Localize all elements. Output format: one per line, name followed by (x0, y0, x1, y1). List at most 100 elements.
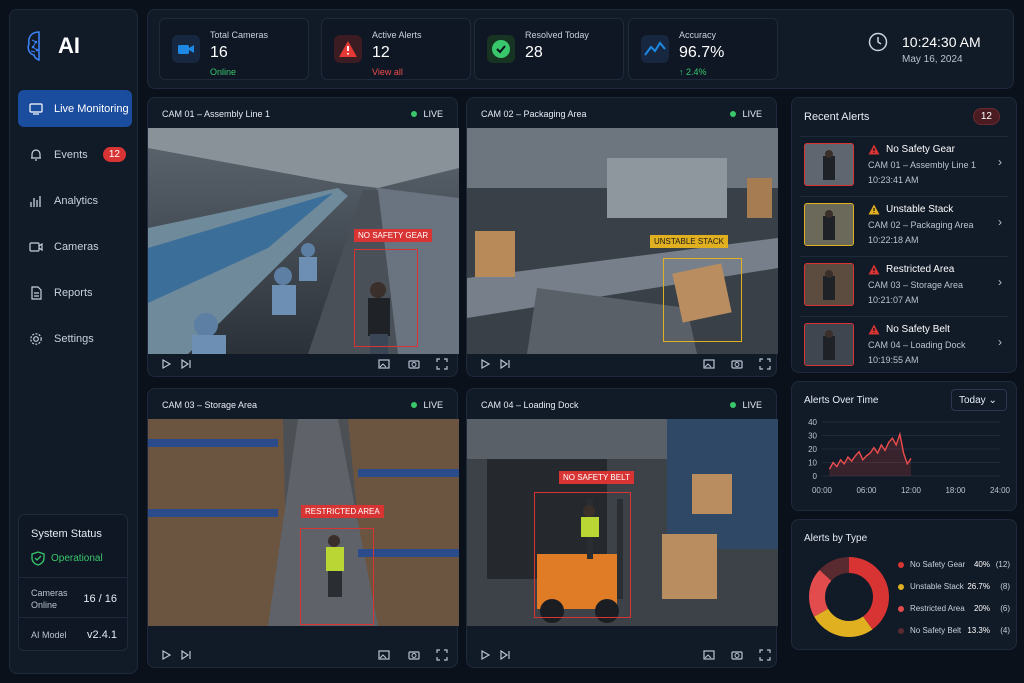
snapshot-icon[interactable] (408, 358, 420, 370)
x-tick-label: 00:00 (812, 486, 833, 495)
fullscreen-icon[interactable] (759, 649, 771, 661)
kpi-sub: Online (210, 67, 237, 77)
nav-item-settings[interactable]: Settings (18, 320, 132, 357)
logo-text: AI (58, 33, 80, 58)
chevron-right-icon[interactable]: › (998, 335, 1002, 349)
legend-swatch (898, 627, 904, 634)
view-all-alerts-link[interactable]: View all (372, 67, 403, 77)
image-icon[interactable] (378, 358, 390, 370)
events-badge: 12 (102, 147, 126, 162)
alert-time: 10:23:41 AM (868, 175, 919, 185)
check-circle-icon (487, 35, 515, 63)
cameras-online-value: 16 / 16 (83, 593, 117, 605)
gear-icon (28, 331, 44, 347)
skip-icon[interactable] (180, 649, 192, 661)
snapshot-icon[interactable] (408, 649, 420, 661)
kpi-label: Total Cameras (210, 30, 269, 40)
camera-tile-1[interactable]: CAM 01 – Assembly Line 1 LIVE NO SAFETY … (147, 97, 459, 377)
camera-icon (28, 239, 44, 255)
detection-box (300, 528, 374, 625)
skip-icon[interactable] (499, 358, 511, 370)
image-icon[interactable] (703, 358, 715, 370)
recent-alerts-count: 12 (972, 108, 1000, 125)
kpi-accuracy[interactable]: Accuracy 96.7% ↑ 2.4% (628, 18, 778, 80)
live-indicator: LIVE (411, 109, 443, 119)
recent-alerts-title: Recent Alerts (804, 111, 870, 123)
alert-time: 10:19:55 AM (868, 355, 919, 365)
y-tick-label: 10 (808, 459, 817, 468)
play-icon[interactable] (160, 649, 172, 661)
snapshot-icon[interactable] (731, 649, 743, 661)
alert-title: No Safety Gear (886, 144, 955, 155)
kpi-active-alerts[interactable]: Active Alerts 12 View all (321, 18, 471, 80)
shield-check-icon (31, 551, 45, 566)
detection-label: RESTRICTED AREA (301, 505, 384, 518)
camera-tile-3[interactable]: CAM 03 – Storage Area LIVE RESTRICTED AR… (147, 388, 459, 668)
play-icon[interactable] (479, 358, 491, 370)
nav-item-events[interactable]: Events 12 (18, 136, 132, 173)
legend-swatch (898, 583, 904, 590)
clock-date: May 16, 2024 (902, 54, 963, 65)
camera-feed[interactable]: NO SAFETY GEAR (148, 128, 459, 354)
fullscreen-icon[interactable] (759, 358, 771, 370)
chevron-right-icon[interactable]: › (998, 275, 1002, 289)
nav-item-reports[interactable]: Reports (18, 274, 132, 311)
legend-percent: 40% (973, 560, 990, 569)
y-tick-label: 0 (813, 472, 818, 481)
camera-feed[interactable]: UNSTABLE STACK (467, 128, 778, 354)
nav-item-analytics[interactable]: Analytics (18, 182, 132, 219)
camera-tile-2[interactable]: CAM 02 – Packaging Area LIVE UNSTABLE ST… (466, 97, 778, 377)
alert-item[interactable]: Restricted Area CAM 03 – Storage Area 10:2… (800, 256, 1008, 310)
kpi-bar: Total Cameras 16 Online Active Alerts 12… (147, 9, 1014, 89)
alerts-by-type-title: Alerts by Type (804, 533, 868, 544)
alert-item[interactable]: No Safety Gear CAM 01 – Assembly Line 1 10… (800, 136, 1008, 190)
app-logo: AI (26, 30, 80, 62)
skip-icon[interactable] (499, 649, 511, 661)
system-status-card: System Status Operational Cameras Online… (18, 514, 128, 651)
image-icon[interactable] (703, 649, 715, 661)
legend-percent: 26.7% (967, 582, 990, 591)
alert-item[interactable]: No Safety Belt CAM 04 – Loading Dock 10:19… (800, 316, 1008, 370)
alerts-by-type-panel: Alerts by Type No Safety Gear 40% (12) Unst… (791, 519, 1017, 650)
legend-label: Unstable Stack (910, 582, 964, 591)
kpi-sub: ↑ 2.4% (679, 67, 707, 77)
detection-box (354, 249, 418, 347)
chevron-right-icon[interactable]: › (998, 215, 1002, 229)
alert-thumbnail (804, 263, 854, 306)
skip-icon[interactable] (180, 358, 192, 370)
nav-label: Cameras (54, 240, 99, 253)
alerts-by-type-donut (809, 557, 889, 637)
kpi-resolved-today[interactable]: Resolved Today 28 (474, 18, 624, 80)
legend-label: No Safety Gear (910, 560, 966, 569)
system-status-title: System Status (31, 528, 102, 540)
y-tick-label: 20 (808, 445, 817, 454)
snapshot-icon[interactable] (731, 358, 743, 370)
alert-title: Unstable Stack (886, 204, 954, 215)
recent-alerts-panel: Recent Alerts 12 No Safety Gear CAM 01 – … (791, 97, 1017, 373)
camera-feed[interactable]: RESTRICTED AREA (148, 419, 459, 645)
legend-label: No Safety Belt (910, 626, 962, 635)
nav-label: Events (54, 148, 88, 161)
play-icon[interactable] (479, 649, 491, 661)
alert-item[interactable]: Unstable Stack CAM 02 – Packaging Area 10:… (800, 196, 1008, 250)
alert-title: No Safety Belt (886, 324, 950, 335)
nav-item-cameras[interactable]: Cameras (18, 228, 132, 265)
nav-label: Analytics (54, 194, 99, 207)
legend-percent: 20% (973, 604, 990, 613)
alert-time: 10:21:07 AM (868, 295, 919, 305)
nav-item-live-monitoring[interactable]: Live Monitoring (18, 90, 132, 127)
alert-camera: CAM 02 – Packaging Area (868, 220, 974, 230)
fullscreen-icon[interactable] (436, 358, 448, 370)
camera-tile-4[interactable]: CAM 04 – Loading Dock LIVE NO SAFETY BEL… (466, 388, 778, 668)
play-icon[interactable] (160, 358, 172, 370)
system-status-indicator: Operational (31, 551, 103, 566)
alerts-over-time-chart: 0 10 20 30 40 00:00 06:00 12:00 18:00 24:00 (808, 418, 1010, 495)
kpi-total-cameras[interactable]: Total Cameras 16 Online (159, 18, 309, 80)
system-status-text: Operational (51, 553, 103, 564)
fullscreen-icon[interactable] (436, 649, 448, 661)
camera-feed[interactable]: NO SAFETY BELT (467, 419, 778, 645)
clock: 10:24:30 AM May 16, 2024 (868, 32, 981, 65)
image-icon[interactable] (378, 649, 390, 661)
chevron-right-icon[interactable]: › (998, 155, 1002, 169)
legend-item: Restricted Area 20% (6) (898, 604, 1010, 613)
